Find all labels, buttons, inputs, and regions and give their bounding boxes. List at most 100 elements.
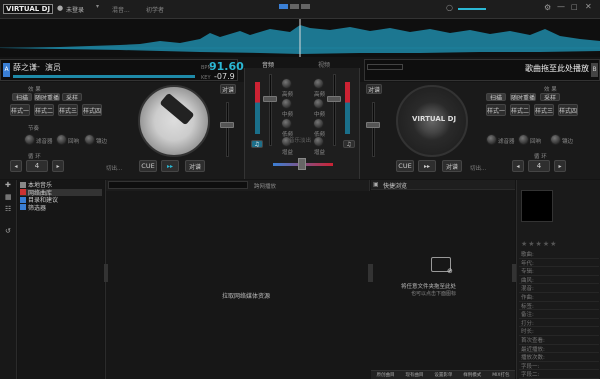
metadata-field[interactable]: 曲风: bbox=[519, 276, 599, 285]
deck-b-badge[interactable]: B bbox=[591, 63, 598, 77]
metadata-field[interactable]: 播放次数: bbox=[519, 353, 599, 362]
right-pitch-fader-track[interactable] bbox=[372, 102, 375, 157]
metadata-field[interactable]: 时长: bbox=[519, 327, 599, 336]
tab-existing-tracks[interactable]: 现有曲目 bbox=[405, 372, 423, 378]
mode-scan[interactable]: 扫描 bbox=[12, 93, 32, 101]
eq-mid-left-knob[interactable] bbox=[281, 98, 292, 109]
right-deck-sync-small[interactable]: 对谱 bbox=[366, 84, 382, 94]
mode-sample[interactable]: 采样 bbox=[62, 93, 82, 101]
eq-low-left-knob[interactable] bbox=[281, 118, 292, 129]
right-loop-decrease-button[interactable]: ◂ bbox=[512, 160, 524, 172]
flanger-knob[interactable] bbox=[84, 134, 95, 145]
right-loop-increase-button[interactable]: ▸ bbox=[554, 160, 566, 172]
eq-mid-right-knob[interactable] bbox=[313, 98, 324, 109]
tree-item-filters[interactable]: 筛选器 bbox=[20, 204, 102, 212]
user-icon[interactable]: ● bbox=[57, 4, 63, 12]
deck-sync-small[interactable]: 对谱 bbox=[220, 84, 236, 94]
echo-knob[interactable] bbox=[56, 134, 67, 145]
metadata-field[interactable]: 字段二: bbox=[519, 370, 599, 379]
metadata-field[interactable]: 首次查看: bbox=[519, 336, 599, 345]
right-style-three-button[interactable]: 样式三 bbox=[534, 104, 554, 116]
search-bar[interactable] bbox=[108, 181, 248, 189]
style-three-button[interactable]: 样式三 bbox=[58, 104, 78, 116]
right-cue-button[interactable]: CUE bbox=[396, 160, 414, 172]
metadata-field[interactable]: 作曲: bbox=[519, 293, 599, 302]
right-style-two-button[interactable]: 样式二 bbox=[510, 104, 530, 116]
left-channel-fader-track[interactable] bbox=[269, 74, 272, 146]
left-channel-fader-cap[interactable] bbox=[263, 96, 277, 102]
metadata-field[interactable]: 备注: bbox=[519, 310, 599, 319]
history-icon[interactable]: ↺ bbox=[5, 227, 11, 235]
eq-high-right-knob[interactable] bbox=[313, 78, 324, 89]
eq-high-left-knob[interactable] bbox=[281, 78, 292, 89]
track-list-area[interactable] bbox=[106, 191, 371, 379]
sync-button[interactable]: 对谱 bbox=[185, 160, 205, 172]
right-play-button[interactable]: ▸▸ bbox=[418, 160, 436, 172]
tab-original-tracks[interactable]: 原创曲目 bbox=[376, 372, 394, 378]
tab-set-playlist[interactable]: 设置影单 bbox=[434, 372, 452, 378]
metadata-field[interactable]: 标签: bbox=[519, 302, 599, 311]
style-four-button[interactable]: 样式四 bbox=[82, 104, 102, 116]
camera-icon[interactable]: ▣ bbox=[373, 181, 379, 188]
record-icon[interactable]: ○ bbox=[446, 3, 453, 12]
right-style-one-button[interactable]: 样式一 bbox=[486, 104, 506, 116]
metadata-field[interactable]: 混音: bbox=[519, 284, 599, 293]
rating-stars[interactable]: ★★★★★ bbox=[521, 240, 557, 248]
layout-switcher[interactable] bbox=[279, 4, 310, 9]
right-flanger-knob[interactable] bbox=[550, 134, 561, 145]
login-status[interactable]: 未登录 bbox=[66, 5, 84, 14]
right-mode-sample[interactable]: 采样 bbox=[540, 93, 560, 101]
right-channel-fader-track[interactable] bbox=[333, 74, 336, 146]
maximize-icon[interactable]: □ bbox=[571, 3, 578, 11]
right-channel-fader-cap[interactable] bbox=[327, 96, 341, 102]
metadata-field[interactable]: 歌曲: bbox=[519, 250, 599, 259]
quick-browse-resize-handle[interactable] bbox=[368, 264, 373, 282]
crossfader-cap[interactable] bbox=[298, 158, 306, 170]
tab-mix-pack[interactable]: MIX打包 bbox=[492, 372, 509, 378]
effects-icon[interactable]: ☷ bbox=[5, 205, 11, 213]
add-icon[interactable]: ✚ bbox=[5, 181, 11, 189]
mode-replay[interactable]: 随时重播 bbox=[34, 93, 60, 101]
play-button[interactable]: ▸▸ bbox=[161, 160, 179, 172]
left-turntable[interactable] bbox=[138, 85, 210, 157]
deck-a-badge[interactable]: A bbox=[3, 63, 10, 77]
loop-decrease-button[interactable]: ◂ bbox=[10, 160, 22, 172]
waveform-overview[interactable] bbox=[0, 19, 600, 57]
menu-beginner[interactable]: 初学者 bbox=[146, 5, 164, 14]
loop-increase-button[interactable]: ▸ bbox=[52, 160, 64, 172]
right-cut-out-label[interactable]: 切出... bbox=[470, 164, 486, 172]
metadata-field[interactable]: 最近播放: bbox=[519, 345, 599, 354]
headphone-right-button[interactable]: ♫ bbox=[343, 140, 355, 148]
right-style-four-button[interactable]: 样式四 bbox=[558, 104, 578, 116]
metadata-field[interactable]: 年代: bbox=[519, 259, 599, 268]
style-one-button[interactable]: 样式一 bbox=[10, 104, 30, 116]
pitch-fader-track[interactable] bbox=[226, 102, 229, 157]
track-list-resize-handle[interactable] bbox=[104, 264, 108, 282]
sampler-icon[interactable]: ▦ bbox=[5, 193, 12, 201]
right-filter-knob[interactable] bbox=[486, 134, 497, 145]
cut-out-label[interactable]: 切出... bbox=[106, 164, 122, 172]
metadata-field[interactable]: 字段一: bbox=[519, 362, 599, 371]
metadata-field[interactable]: 专辑: bbox=[519, 267, 599, 276]
style-two-button[interactable]: 样式二 bbox=[34, 104, 54, 116]
right-pitch-fader-cap[interactable] bbox=[366, 122, 380, 128]
right-sync-button[interactable]: 对谱 bbox=[442, 160, 462, 172]
filter-knob[interactable] bbox=[24, 134, 35, 145]
track-progress[interactable] bbox=[13, 75, 195, 78]
right-mode-scan[interactable]: 扫描 bbox=[486, 93, 506, 101]
right-echo-knob[interactable] bbox=[518, 134, 529, 145]
login-dropdown[interactable]: ▾ bbox=[96, 3, 102, 13]
right-mode-replay[interactable]: 随时重播 bbox=[510, 93, 536, 101]
minimize-icon[interactable]: — bbox=[557, 2, 565, 11]
eq-low-right-knob[interactable] bbox=[313, 118, 324, 129]
gain-right-knob[interactable] bbox=[313, 136, 324, 147]
master-volume-slider[interactable] bbox=[458, 8, 486, 10]
pitch-fader-cap[interactable] bbox=[220, 122, 234, 128]
close-icon[interactable]: ✕ bbox=[585, 2, 592, 11]
tab-sample-mode[interactable]: 样例模式 bbox=[463, 372, 481, 378]
metadata-field[interactable]: 打分: bbox=[519, 319, 599, 328]
headphone-left-button[interactable]: ♫ bbox=[251, 140, 263, 148]
cue-button[interactable]: CUE bbox=[139, 160, 157, 172]
settings-icon[interactable]: ⚙ bbox=[544, 3, 551, 12]
menu-mix[interactable]: 混音... bbox=[112, 5, 130, 14]
